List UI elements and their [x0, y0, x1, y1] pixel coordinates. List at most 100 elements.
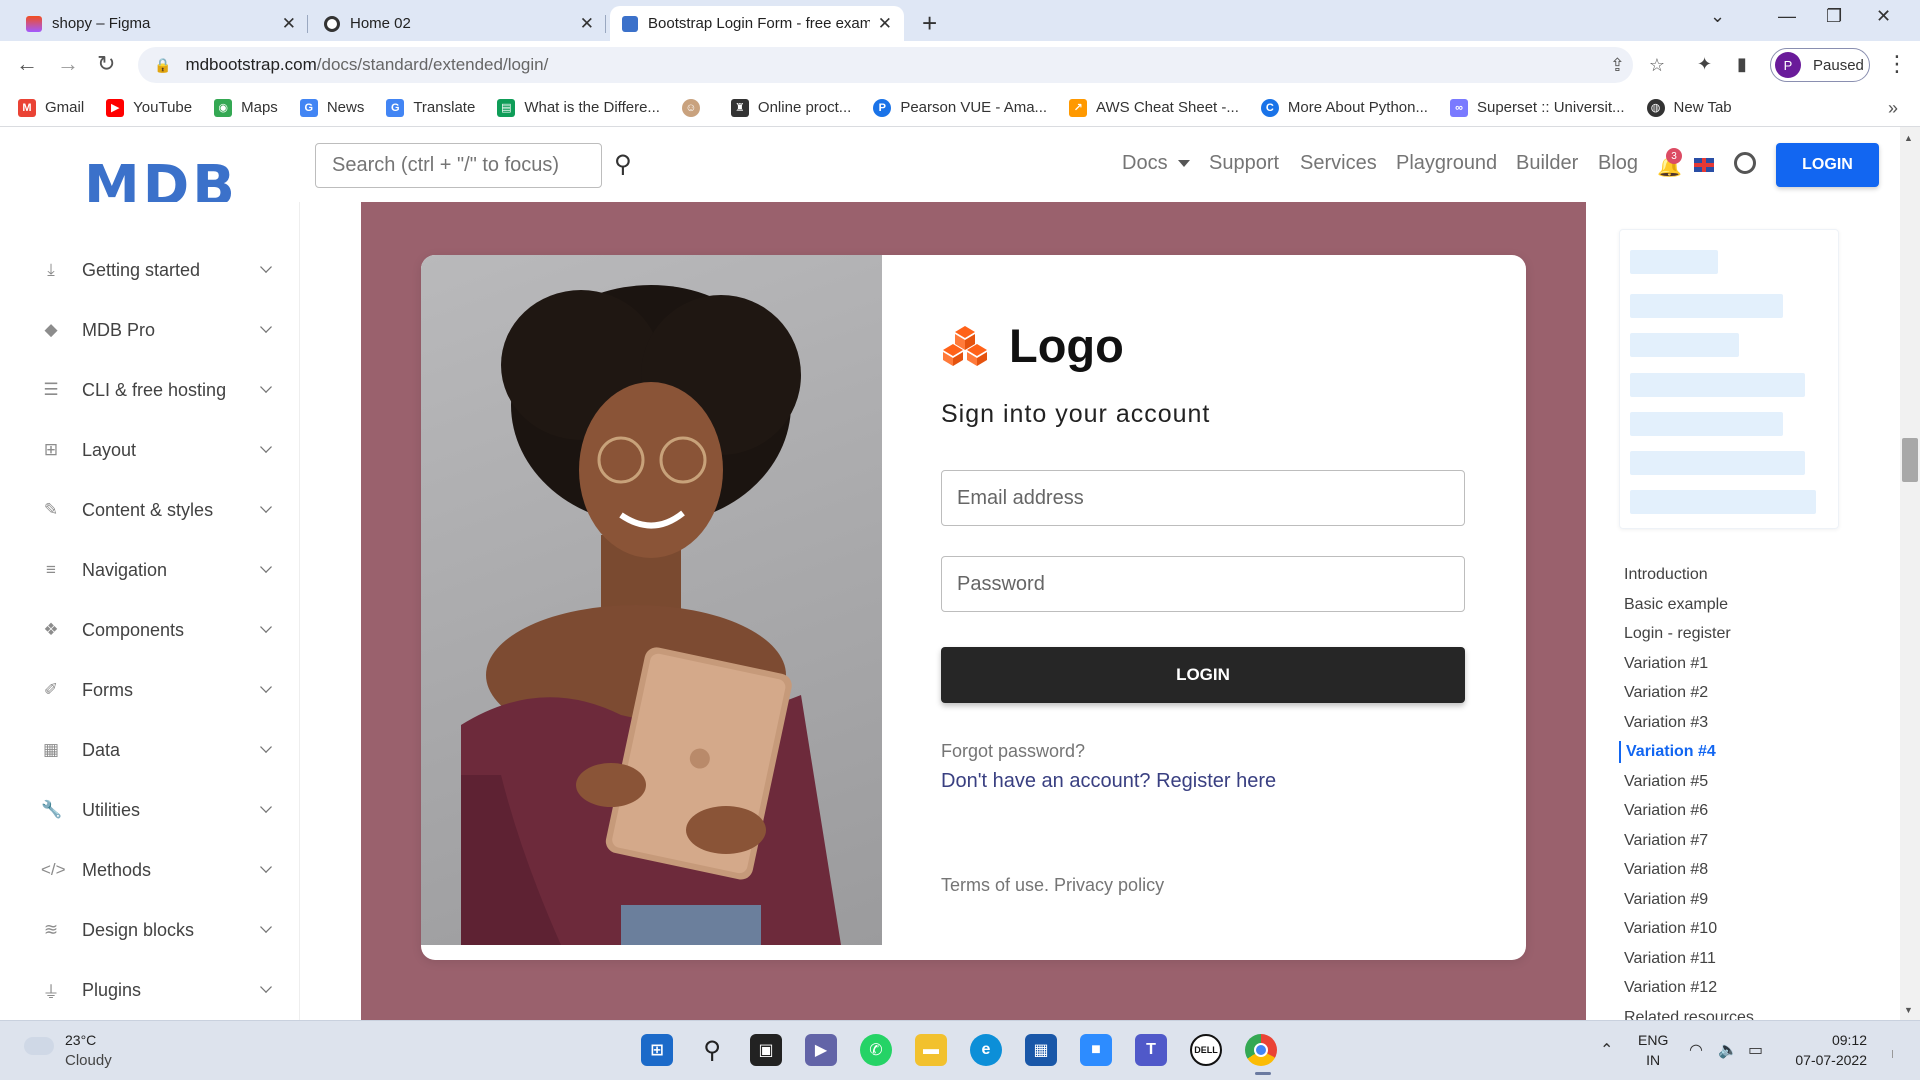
toc-item[interactable]: Variation #6	[1624, 802, 1708, 820]
extensions-icon[interactable]: ✦	[1697, 54, 1712, 75]
restore-icon[interactable]: ❐	[1826, 6, 1842, 27]
bookmark-gmail[interactable]: M Gmail	[18, 98, 84, 117]
share-icon[interactable]: ⇪	[1610, 55, 1625, 76]
toc-item[interactable]: Variation #10	[1624, 920, 1717, 938]
nav-services[interactable]: Services	[1300, 152, 1377, 175]
search-input[interactable]: Search (ctrl + "/" to focus)	[315, 143, 602, 188]
profile-button[interactable]: P Paused	[1770, 48, 1870, 82]
nav-builder[interactable]: Builder	[1516, 152, 1578, 175]
url-input[interactable]: 🔒 mdbootstrap.com/docs/standard/extended…	[138, 47, 1633, 83]
scroll-up-icon[interactable]: ▲	[1904, 133, 1913, 143]
nav-playground[interactable]: Playground	[1396, 152, 1497, 175]
bookmark-python[interactable]: C More About Python...	[1260, 98, 1428, 117]
back-icon[interactable]: ←	[16, 51, 38, 77]
clock[interactable]: 09:12 07-07-2022	[1787, 1030, 1867, 1070]
toc-item[interactable]: Variation #2	[1624, 684, 1708, 702]
tab-home[interactable]: Home 02 ✕	[312, 6, 606, 41]
tab-figma[interactable]: shopy – Figma ✕	[14, 6, 308, 41]
reload-icon[interactable]: ↻	[97, 51, 115, 77]
bookmark-difference[interactable]: ▤ What is the Differe...	[497, 98, 660, 117]
toc-item[interactable]: Variation #9	[1624, 891, 1708, 909]
close-tab-icon[interactable]: ✕	[580, 14, 594, 34]
forgot-password-link[interactable]: Forgot password?	[941, 741, 1085, 762]
battery-icon[interactable]: ▭	[1748, 1040, 1763, 1060]
store-icon[interactable]: ▦	[1025, 1034, 1057, 1066]
chevron-down-icon[interactable]: ⌄	[1710, 6, 1725, 27]
sidebar-item-navigation[interactable]: ≡ Navigation	[0, 550, 300, 590]
new-tab-icon[interactable]: +	[922, 8, 937, 39]
close-tab-icon[interactable]: ✕	[878, 14, 892, 34]
nav-docs[interactable]: Docs	[1122, 152, 1190, 175]
sidebar-item-data[interactable]: ▦ Data	[0, 730, 300, 770]
bookmark-aws[interactable]: ↗ AWS Cheat Sheet -...	[1069, 98, 1239, 117]
sidebar-item-getting-started[interactable]: ⤓ Getting started	[0, 250, 300, 290]
wifi-icon[interactable]: ◠	[1689, 1040, 1703, 1060]
weather-temperature[interactable]: 23°C	[65, 1032, 96, 1048]
toc-item[interactable]: Variation #7	[1624, 832, 1708, 850]
zoom-icon[interactable]: ■	[1080, 1034, 1112, 1066]
register-link[interactable]: Don't have an account? Register here	[941, 770, 1276, 793]
language-indicator[interactable]: ENG IN	[1638, 1030, 1668, 1070]
teams-icon[interactable]: T	[1135, 1034, 1167, 1066]
sidebar-item-components[interactable]: ❖ Components	[0, 610, 300, 650]
weather-condition[interactable]: Cloudy	[65, 1052, 112, 1069]
toc-item[interactable]: Variation #12	[1624, 979, 1717, 997]
page-scrollbar[interactable]	[1900, 127, 1920, 1020]
close-window-icon[interactable]: ✕	[1876, 6, 1891, 27]
more-bookmarks-icon[interactable]: »	[1888, 98, 1898, 119]
edge-icon[interactable]: e	[970, 1034, 1002, 1066]
toc-item[interactable]: Basic example	[1624, 596, 1728, 614]
star-icon[interactable]: ☆	[1649, 55, 1665, 76]
toc-item[interactable]: Variation #8	[1624, 861, 1708, 879]
bookmark-maps[interactable]: ◉ Maps	[214, 98, 278, 117]
sidebar-item-utilities[interactable]: 🔧 Utilities	[0, 790, 300, 830]
sidepanel-icon[interactable]: ▮	[1737, 54, 1747, 75]
speaker-icon[interactable]: 🔈	[1718, 1040, 1738, 1060]
sidebar-item-cli[interactable]: ☰ CLI & free hosting	[0, 370, 300, 410]
toc-item[interactable]: Variation #11	[1624, 950, 1716, 968]
show-desktop-button[interactable]	[1892, 1050, 1900, 1058]
header-login-button[interactable]: LOGIN	[1776, 143, 1879, 187]
bookmark-face[interactable]: ☺	[681, 98, 709, 117]
toc-item[interactable]: Variation #5	[1624, 773, 1708, 791]
menu-icon[interactable]: ⋮	[1886, 51, 1908, 77]
sidebar-item-plugins[interactable]: ⏚ Plugins	[0, 970, 300, 1010]
bookmark-news[interactable]: G News	[299, 98, 364, 117]
toc-item[interactable]: Related resources	[1624, 1009, 1754, 1020]
dell-icon[interactable]: DELL	[1190, 1034, 1222, 1066]
toc-item[interactable]: Login - register	[1624, 625, 1731, 643]
bookmark-translate[interactable]: G Translate	[386, 98, 475, 117]
teams-chat-icon[interactable]: ▶	[805, 1034, 837, 1066]
bookmark-pearson[interactable]: P Pearson VUE - Ama...	[873, 98, 1047, 117]
search-icon[interactable]: ⚲	[614, 150, 632, 179]
nav-blog[interactable]: Blog	[1598, 152, 1638, 175]
search-icon[interactable]: ⚲	[696, 1034, 728, 1066]
forward-icon[interactable]: →	[57, 51, 79, 77]
uk-flag-icon[interactable]	[1694, 158, 1714, 172]
cloud-icon[interactable]	[24, 1037, 54, 1055]
sidebar-item-design-blocks[interactable]: ≋ Design blocks	[0, 910, 300, 950]
task-view-icon[interactable]: ▣	[750, 1034, 782, 1066]
sidebar-item-content-styles[interactable]: ✎ Content & styles	[0, 490, 300, 530]
toc-item-active[interactable]: Variation #4	[1626, 743, 1716, 761]
toc-item[interactable]: Variation #3	[1624, 714, 1708, 732]
chevron-up-icon[interactable]: ⌃	[1600, 1040, 1613, 1060]
password-field[interactable]: Password	[941, 556, 1465, 612]
login-button[interactable]: LOGIN	[941, 647, 1465, 703]
sidebar-item-layout[interactable]: ⊞ Layout	[0, 430, 300, 470]
scroll-down-icon[interactable]: ▼	[1904, 1005, 1913, 1015]
minimize-icon[interactable]: —	[1778, 6, 1796, 27]
github-icon[interactable]	[1734, 152, 1756, 174]
windows-start-icon[interactable]: ⊞	[641, 1034, 673, 1066]
close-tab-icon[interactable]: ✕	[282, 14, 296, 34]
terms-link[interactable]: Terms of use. Privacy policy	[941, 875, 1164, 896]
bookmark-online-proctor[interactable]: ♜ Online proct...	[730, 98, 851, 117]
chrome-icon[interactable]	[1245, 1034, 1277, 1066]
file-explorer-icon[interactable]: ▬	[915, 1034, 947, 1066]
toc-item[interactable]: Variation #1	[1624, 655, 1708, 673]
whatsapp-icon[interactable]: ✆	[860, 1034, 892, 1066]
bookmark-new-tab[interactable]: ◍ New Tab	[1646, 98, 1732, 117]
scrollbar-thumb[interactable]	[1902, 438, 1918, 482]
toc-item[interactable]: Introduction	[1624, 566, 1708, 584]
bookmark-superset[interactable]: ∞ Superset :: Universit...	[1449, 98, 1625, 117]
